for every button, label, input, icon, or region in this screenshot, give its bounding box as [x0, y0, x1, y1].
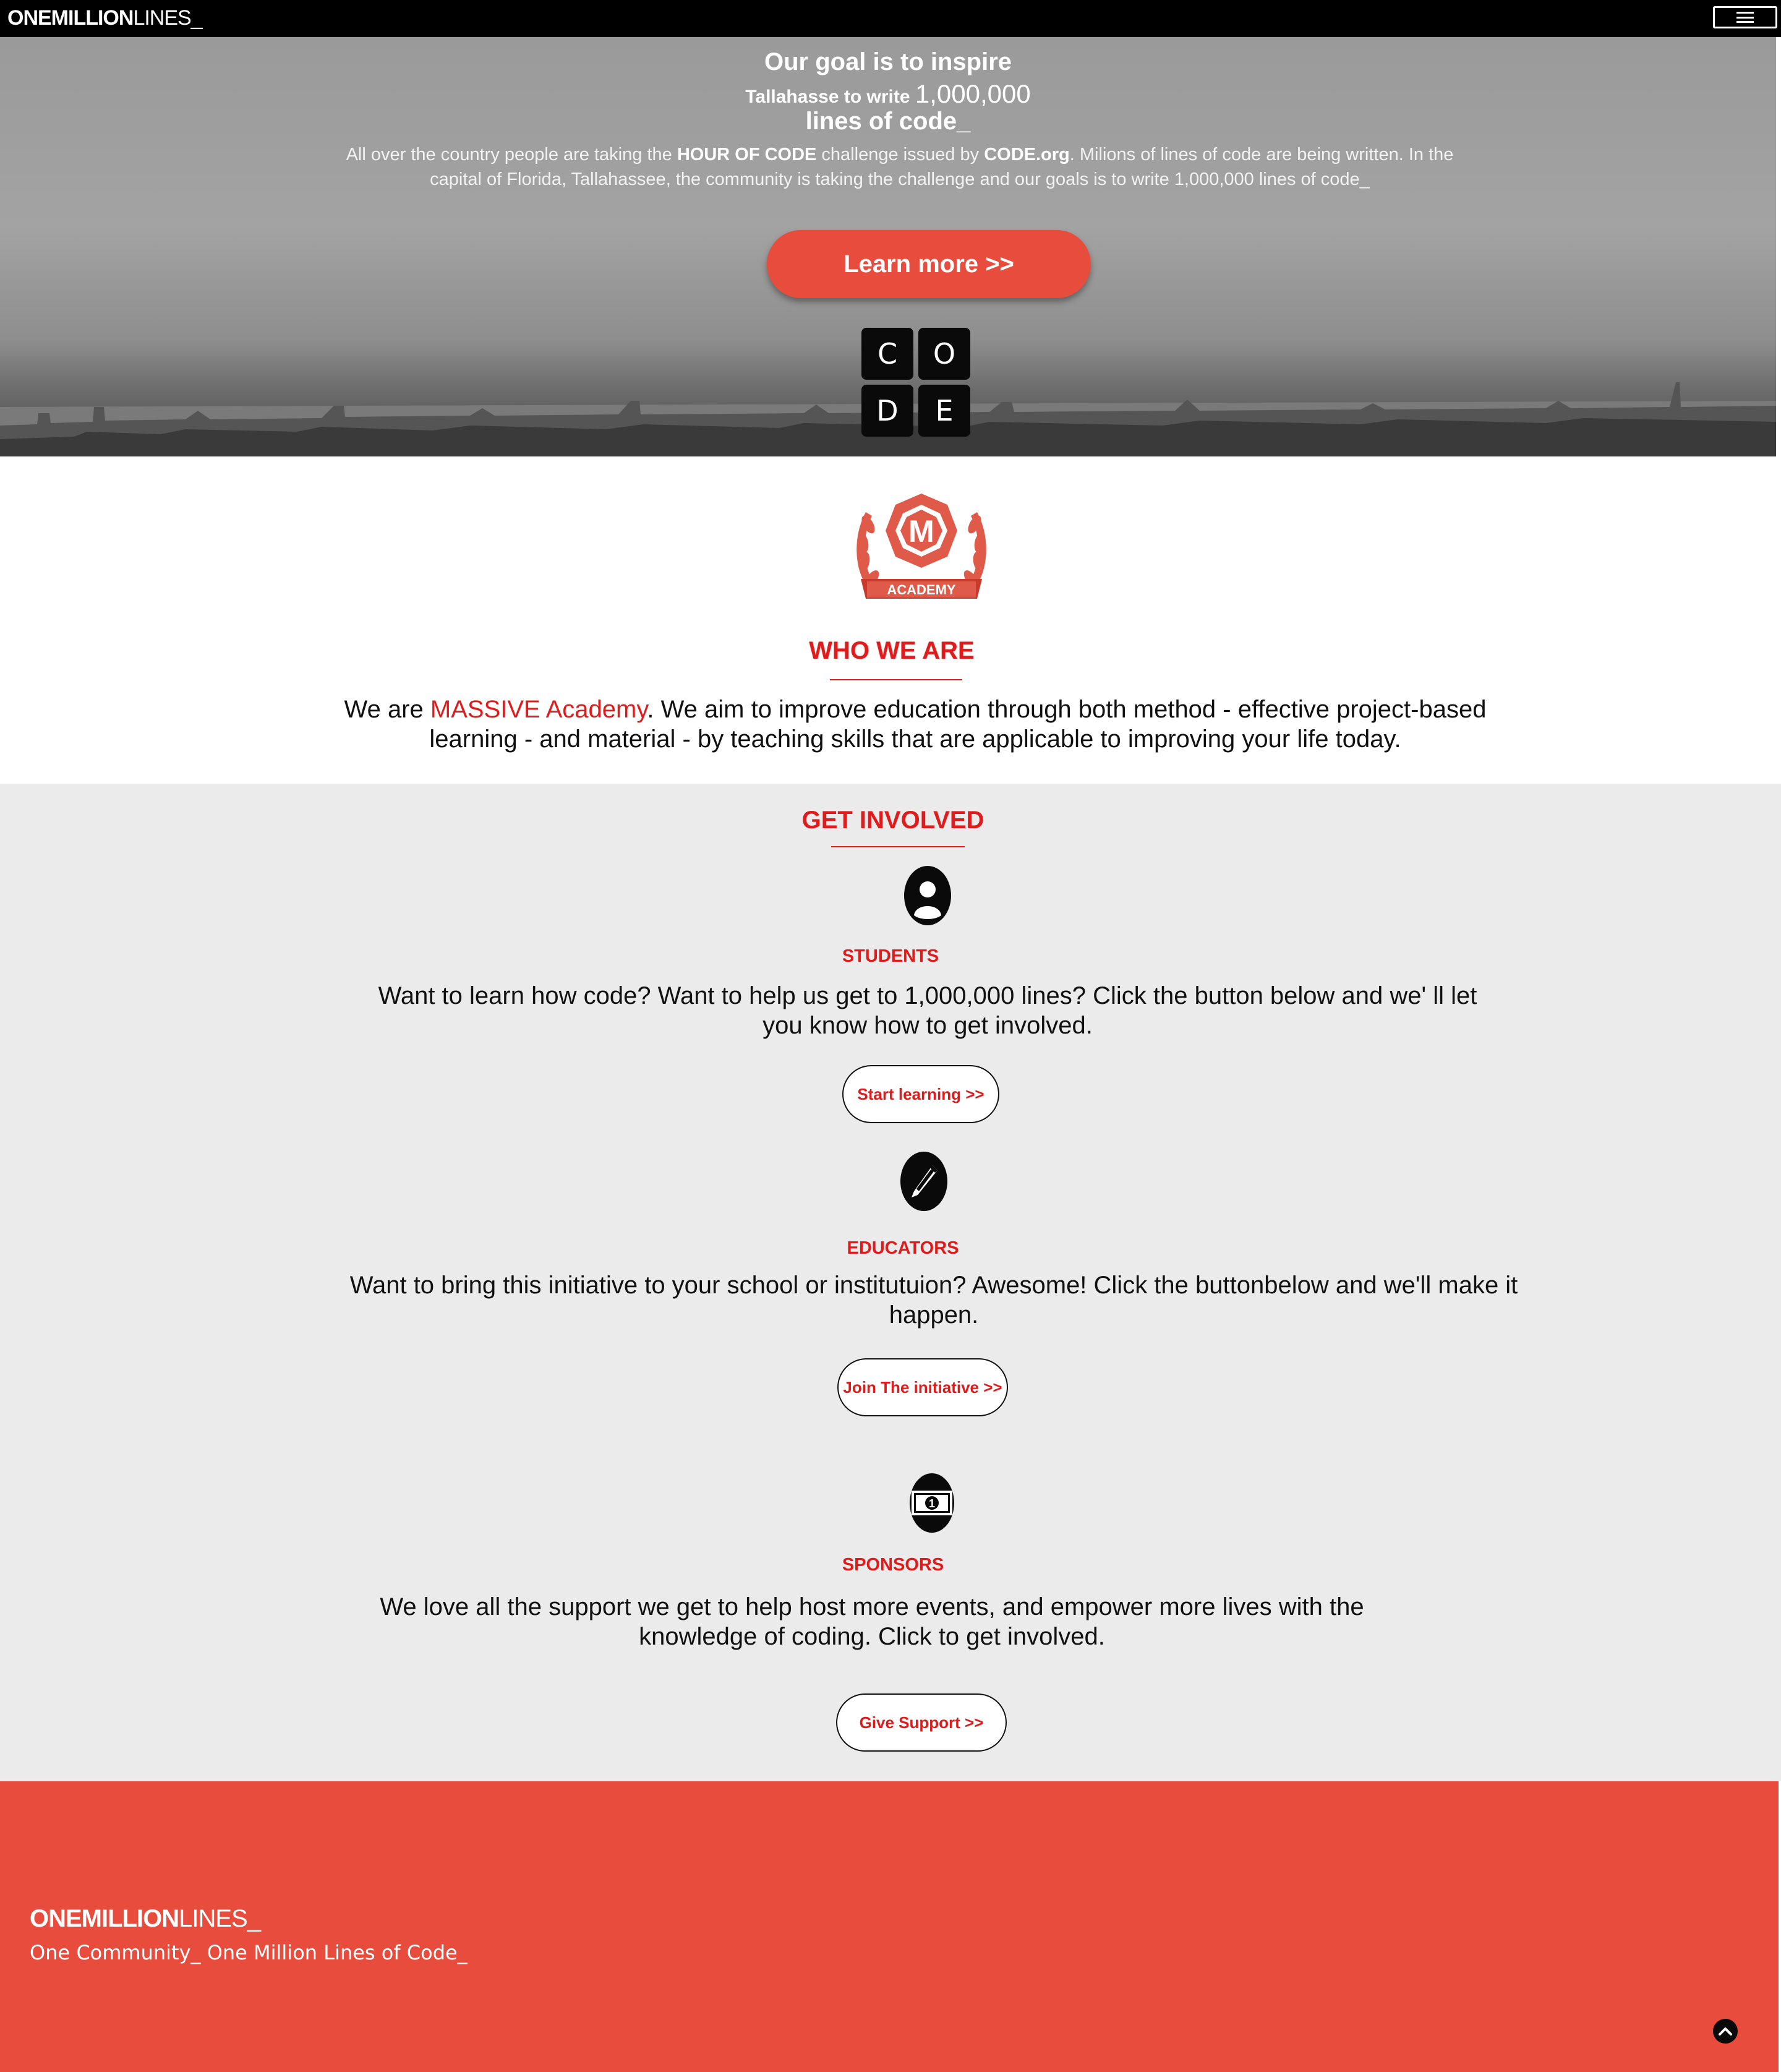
who-we-are-section: M ACADEMY WHO WE ARE We are MASSIVE Acad… — [0, 456, 1781, 784]
code-logo-letter: E — [918, 385, 970, 437]
who-we-are-text: We are MASSIVE Academy. We aim to improv… — [344, 696, 1487, 753]
give-support-button[interactable]: Give Support >> — [836, 1693, 1007, 1752]
brand-logo[interactable]: ONEMILLIONLINES_ — [7, 6, 203, 30]
svg-text:1: 1 — [929, 1497, 935, 1510]
code-org-logo[interactable]: C O D E — [861, 328, 970, 437]
title-underline — [831, 846, 965, 847]
footer-tagline: One Community_ One Million Lines of Code… — [30, 1941, 468, 1964]
title-underline — [830, 679, 962, 680]
user-icon — [904, 866, 951, 925]
hero-heading-line2: Tallahasse to write 1,000,000 — [745, 79, 1031, 108]
chevron-up-icon — [1719, 2027, 1732, 2036]
who-we-are-title: WHO WE ARE — [809, 637, 975, 664]
hamburger-icon — [1736, 12, 1754, 23]
pencil-icon — [900, 1152, 947, 1211]
hero-heading-line1: Our goal is to inspire — [764, 48, 1012, 75]
hero-description: All over the country people are taking t… — [346, 145, 1454, 189]
top-nav: ONEMILLIONLINES_ — [0, 0, 1781, 37]
svg-text:ACADEMY: ACADEMY — [887, 582, 956, 597]
svg-text:M: M — [908, 514, 934, 549]
footer-brand-logo[interactable]: ONEMILLIONLINES_ — [30, 1905, 261, 1933]
back-to-top-button[interactable] — [1713, 2019, 1738, 2044]
code-logo-letter: O — [918, 328, 970, 380]
hero-heading-line3: lines of code_ — [805, 108, 971, 135]
money-icon: 1 — [910, 1473, 954, 1533]
get-involved-section: GET INVOLVED STUDENTS Want to learn how … — [0, 784, 1781, 1781]
menu-button[interactable] — [1713, 6, 1777, 28]
start-learning-button[interactable]: Start learning >> — [842, 1065, 999, 1123]
footer: ONEMILLIONLINES_ One Community_ One Mill… — [0, 1781, 1779, 2072]
code-logo-letter: C — [861, 328, 913, 380]
academy-badge-logo: M ACADEMY — [856, 494, 986, 599]
sponsors-text: We love all the support we get to help h… — [380, 1593, 1364, 1650]
educators-text: Want to bring this initiative to your sc… — [349, 1272, 1518, 1329]
sponsors-title: SPONSORS — [842, 1555, 944, 1575]
code-logo-letter: D — [861, 385, 913, 437]
students-text: Want to learn how code? Want to help us … — [378, 982, 1477, 1039]
students-title: STUDENTS — [842, 946, 939, 966]
educators-title: EDUCATORS — [847, 1238, 959, 1258]
hero-section: Our goal is to inspire Tallahasse to wri… — [0, 37, 1776, 456]
join-initiative-button[interactable]: Join The initiative >> — [837, 1358, 1008, 1416]
get-involved-title: GET INVOLVED — [801, 807, 984, 834]
learn-more-button[interactable]: Learn more >> — [767, 230, 1091, 298]
